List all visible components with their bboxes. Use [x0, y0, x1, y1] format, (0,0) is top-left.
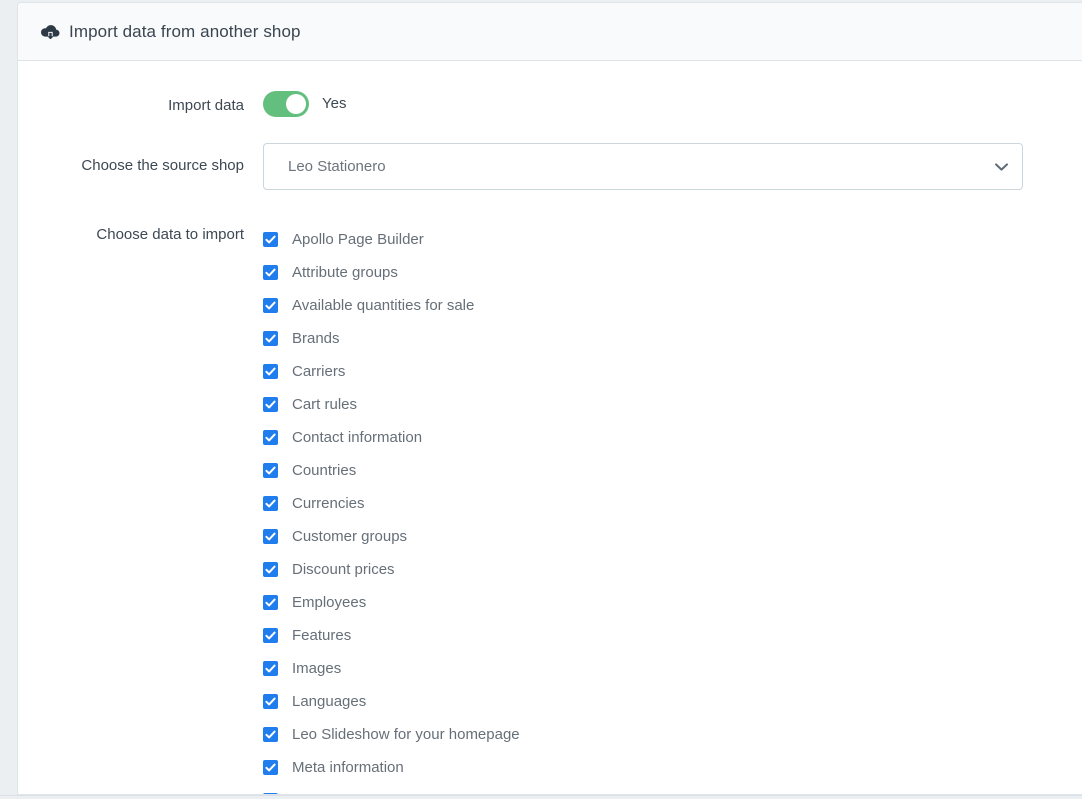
- list-item-label: Countries: [292, 461, 357, 479]
- checkbox-1[interactable]: [263, 265, 278, 280]
- data-to-import-list: Apollo Page Builder Attribute groups Avail…: [263, 223, 1082, 794]
- page-bottom-strip: [0, 795, 1082, 799]
- cloud-download-icon: [40, 22, 60, 42]
- checkbox-8[interactable]: [263, 496, 278, 511]
- checkbox-4[interactable]: [263, 364, 278, 379]
- list-item-label: Cart rules: [292, 395, 358, 413]
- list-item[interactable]: Attribute groups: [263, 256, 1082, 289]
- checkbox-6[interactable]: [263, 430, 278, 445]
- checkbox-10[interactable]: [263, 562, 278, 577]
- toggle-knob: [286, 94, 306, 114]
- card-body: Import data Yes Choose the source shop L…: [18, 91, 1082, 794]
- list-item[interactable]: Currencies: [263, 487, 1082, 520]
- source-shop-select[interactable]: Leo Stationero: [263, 143, 1023, 190]
- import-data-label: Import data: [168, 97, 244, 114]
- import-data-toggle[interactable]: [263, 91, 309, 117]
- checkbox-7[interactable]: [263, 463, 278, 478]
- list-item[interactable]: Meta information: [263, 751, 1082, 784]
- source-shop-row: Choose the source shop Leo Stationero: [18, 143, 1082, 190]
- list-item-label: Languages: [292, 692, 367, 710]
- checkbox-9[interactable]: [263, 529, 278, 544]
- page-title: Import data from another shop: [69, 21, 301, 41]
- list-item-label: Features: [292, 626, 352, 644]
- list-item-label: Meta information: [292, 758, 404, 776]
- page-root: Import data from another shop Import dat…: [0, 0, 1082, 799]
- list-item[interactable]: Countries: [263, 454, 1082, 487]
- checkbox-16[interactable]: [263, 760, 278, 775]
- list-item[interactable]: Apollo Page Builder: [263, 223, 1082, 256]
- list-item[interactable]: Features: [263, 619, 1082, 652]
- checkbox-3[interactable]: [263, 331, 278, 346]
- list-item[interactable]: Languages: [263, 685, 1082, 718]
- list-item[interactable]: Available quantities for sale: [263, 289, 1082, 322]
- list-item[interactable]: Employees: [263, 586, 1082, 619]
- import-data-toggle-state: Yes: [322, 95, 347, 112]
- source-shop-label: Choose the source shop: [81, 157, 244, 174]
- list-item-label: Discount prices: [292, 560, 395, 578]
- import-data-toggle-wrap: Yes: [263, 91, 1082, 117]
- list-item-label: Available quantities for sale: [292, 296, 475, 314]
- list-item[interactable]: Images: [263, 652, 1082, 685]
- checkbox-15[interactable]: [263, 727, 278, 742]
- list-item[interactable]: Cart rules: [263, 388, 1082, 421]
- import-data-control: Yes: [263, 91, 1082, 117]
- list-item[interactable]: Carriers: [263, 355, 1082, 388]
- list-item[interactable]: Module hooks: [263, 784, 1082, 794]
- data-to-import-control: Apollo Page Builder Attribute groups Avail…: [263, 223, 1082, 794]
- list-item-label: Customer groups: [292, 527, 408, 545]
- list-item-label: Carriers: [292, 362, 346, 380]
- list-item-label: Currencies: [292, 494, 365, 512]
- list-item-label: Leo Slideshow for your homepage: [292, 725, 520, 743]
- checkbox-13[interactable]: [263, 661, 278, 676]
- checkbox-2[interactable]: [263, 298, 278, 313]
- checkbox-0[interactable]: [263, 232, 278, 247]
- list-item[interactable]: Discount prices: [263, 553, 1082, 586]
- list-item-label: Apollo Page Builder: [292, 230, 424, 248]
- checkbox-11[interactable]: [263, 595, 278, 610]
- import-data-card: Import data from another shop Import dat…: [17, 2, 1082, 795]
- list-item[interactable]: Contact information: [263, 421, 1082, 454]
- list-item-label: Images: [292, 659, 342, 677]
- checkbox-12[interactable]: [263, 628, 278, 643]
- list-item-label: Contact information: [292, 428, 423, 446]
- checkbox-14[interactable]: [263, 694, 278, 709]
- source-shop-control: Leo Stationero: [263, 143, 1082, 190]
- list-item-label: Attribute groups: [292, 263, 398, 281]
- import-data-row: Import data Yes: [18, 91, 1082, 117]
- list-item[interactable]: Brands: [263, 322, 1082, 355]
- data-to-import-label: Choose data to import: [96, 226, 244, 243]
- list-item-label: Employees: [292, 593, 367, 611]
- data-to-import-row: Choose data to import Apollo Page Builde…: [18, 223, 1082, 794]
- checkbox-5[interactable]: [263, 397, 278, 412]
- card-header: Import data from another shop: [18, 3, 1082, 61]
- source-shop-selected-value: Leo Stationero: [288, 158, 386, 175]
- list-item-label: Brands: [292, 329, 340, 347]
- list-item[interactable]: Customer groups: [263, 520, 1082, 553]
- list-item[interactable]: Leo Slideshow for your homepage: [263, 718, 1082, 751]
- chevron-down-icon: [994, 160, 1008, 174]
